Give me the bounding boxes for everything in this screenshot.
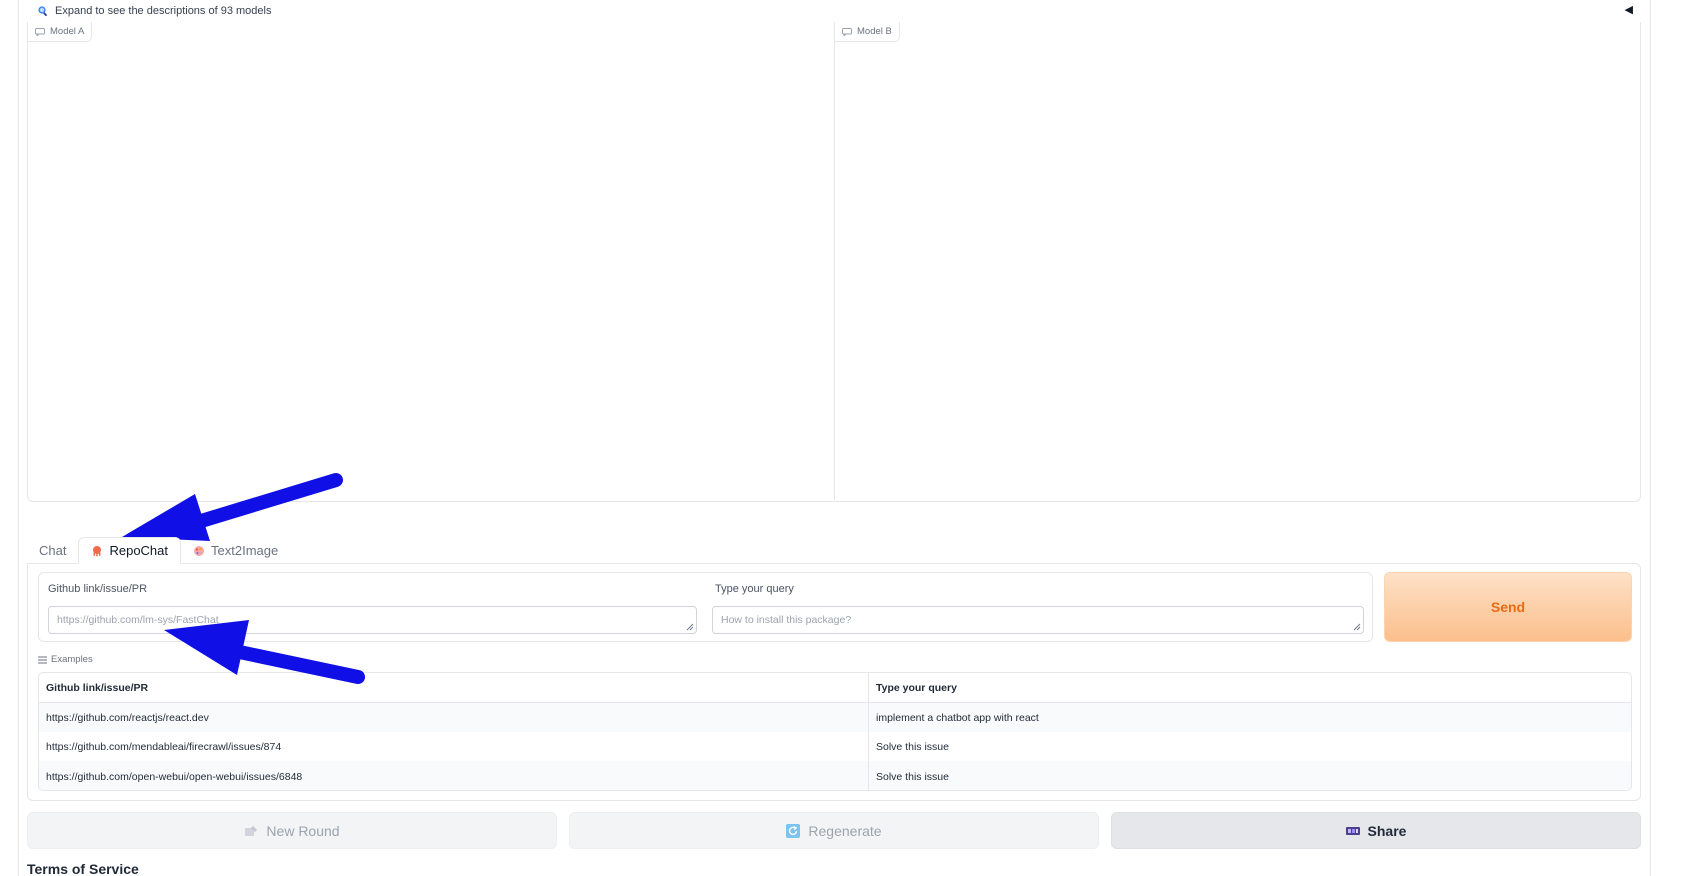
share-icon <box>1345 826 1360 835</box>
chat-bubble-icon <box>35 27 45 36</box>
examples-header-github: Github link/issue/PR <box>39 673 869 702</box>
tab-repochat[interactable]: RepoChat <box>78 537 182 564</box>
chat-bubble-icon <box>842 27 852 36</box>
example-github-link[interactable]: https://github.com/mendableai/firecrawl/… <box>39 732 869 761</box>
model-b-tag: Model B <box>835 22 900 42</box>
resize-handle-icon[interactable] <box>686 623 694 631</box>
regenerate-button[interactable]: Regenerate <box>569 812 1099 849</box>
query-placeholder: How to install this package? <box>721 614 852 626</box>
repochat-inputs: Github link/issue/PR https://github.com/… <box>38 572 1373 642</box>
examples-label: Examples <box>51 654 93 665</box>
model-descriptions-accordion[interactable]: Expand to see the descriptions of 93 mod… <box>27 0 1641 22</box>
tab-text2image-label: Text2Image <box>211 543 279 558</box>
github-link-input[interactable]: https://github.com/lm-sys/FastChat <box>48 606 697 634</box>
example-query[interactable]: implement a chatbot app with react <box>869 703 1629 732</box>
list-icon <box>38 656 47 663</box>
tab-text2image[interactable]: Text2Image <box>181 537 290 564</box>
new-round-label: New Round <box>266 822 340 839</box>
github-link-label: Github link/issue/PR <box>48 583 148 595</box>
palette-icon <box>194 545 205 556</box>
page-border-left <box>18 0 19 876</box>
caret-left-icon[interactable]: ◀ <box>1625 3 1633 16</box>
tab-chat[interactable]: Chat <box>27 537 78 564</box>
send-button[interactable]: Send <box>1384 572 1632 642</box>
query-field: Type your query How to install this pack… <box>706 573 1372 641</box>
search-icon <box>38 6 47 16</box>
chatbot-model-b[interactable]: Model B <box>835 22 1641 500</box>
page-border-right <box>1650 0 1651 876</box>
query-input[interactable]: How to install this package? <box>712 606 1364 634</box>
example-row[interactable]: https://github.com/reactjs/react.dev imp… <box>39 703 1631 732</box>
github-link-placeholder: https://github.com/lm-sys/FastChat <box>57 614 219 626</box>
octopus-icon <box>93 545 102 556</box>
example-github-link[interactable]: https://github.com/reactjs/react.dev <box>39 703 869 732</box>
example-github-link[interactable]: https://github.com/open-webui/open-webui… <box>39 761 869 790</box>
example-query[interactable]: Solve this issue <box>869 761 1629 790</box>
examples-header-row: Github link/issue/PR Type your query <box>39 673 1631 703</box>
github-link-field: Github link/issue/PR https://github.com/… <box>39 573 706 641</box>
example-row[interactable]: https://github.com/open-webui/open-webui… <box>39 761 1631 790</box>
new-round-button[interactable]: New Round <box>27 812 557 849</box>
example-row[interactable]: https://github.com/mendableai/firecrawl/… <box>39 732 1631 761</box>
examples-header: Examples <box>38 654 93 665</box>
model-b-label: Model B <box>857 26 892 37</box>
tab-chat-label: Chat <box>39 543 67 558</box>
terms-of-service-heading[interactable]: Terms of Service <box>27 861 139 876</box>
share-button[interactable]: Share <box>1111 812 1641 849</box>
mode-tabs: Chat RepoChat Text2Image <box>27 537 290 564</box>
repochat-panel: Github link/issue/PR https://github.com/… <box>27 563 1641 801</box>
regenerate-label: Regenerate <box>808 822 882 839</box>
example-query[interactable]: Solve this issue <box>869 732 1629 761</box>
examples-header-query: Type your query <box>876 681 957 694</box>
new-round-icon <box>245 825 258 836</box>
share-label: Share <box>1367 822 1407 839</box>
resize-handle-icon[interactable] <box>1353 623 1361 631</box>
model-a-tag: Model A <box>28 22 93 42</box>
query-label: Type your query <box>715 583 794 595</box>
model-a-label: Model A <box>50 26 85 37</box>
tab-repochat-label: RepoChat <box>109 543 169 558</box>
chat-panels: Model A Model B <box>27 22 1641 502</box>
chatbot-model-a[interactable]: Model A <box>28 22 835 500</box>
examples-table: Github link/issue/PR Type your query htt… <box>38 672 1632 791</box>
refresh-icon <box>786 823 801 838</box>
accordion-label: Expand to see the descriptions of 93 mod… <box>55 5 272 17</box>
arena-page: Expand to see the descriptions of 93 mod… <box>0 0 1688 876</box>
